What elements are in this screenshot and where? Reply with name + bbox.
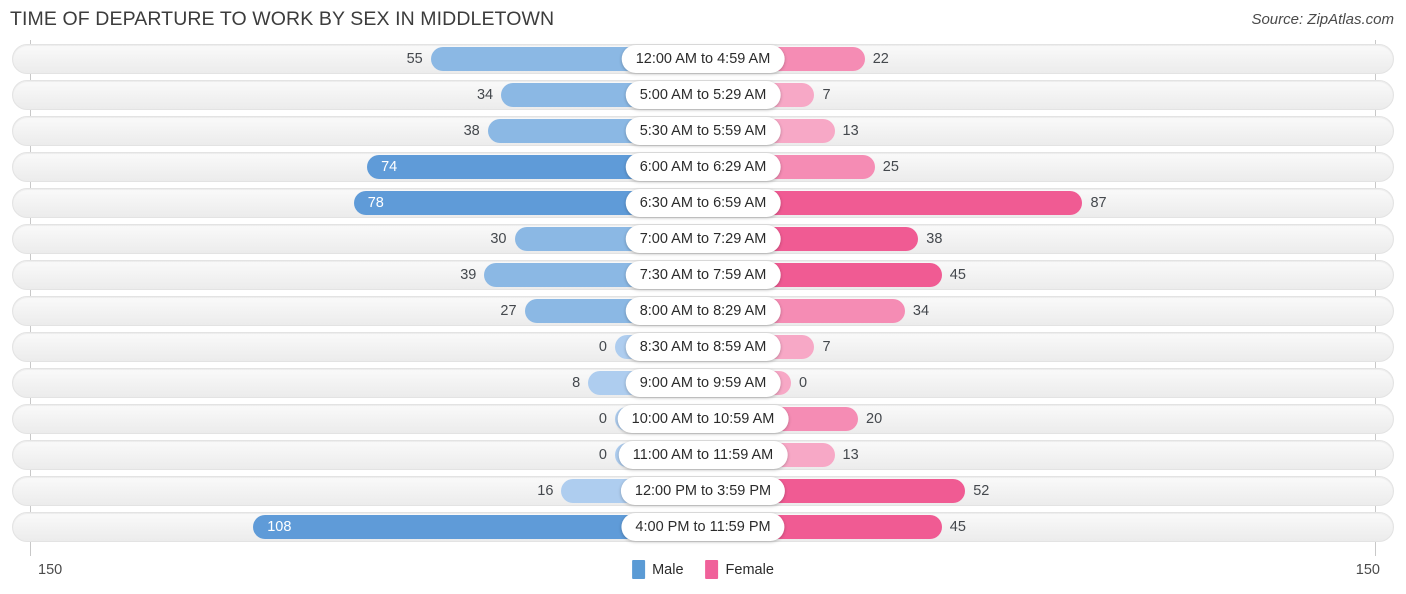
chart-legend: Male Female [632,560,774,579]
value-label-female: 0 [799,375,808,391]
value-label-female: 7 [822,339,831,355]
value-label-female: 87 [1090,195,1107,211]
value-label-female: 25 [882,159,899,175]
value-label-male-inside: 108 [267,519,292,535]
chart-row: 38 13 5:30 AM to 5:59 AM [12,116,1394,146]
value-label-male: 39 [460,267,477,283]
category-label: 5:30 AM to 5:59 AM [625,117,781,145]
chart-row: 108 45 4:00 PM to 11:59 PM [12,512,1394,542]
value-label-male: 27 [500,303,517,319]
axis-tick-right: 150 [1355,562,1380,578]
value-label-male: 8 [572,375,581,391]
chart-row: 55 22 12:00 AM to 4:59 AM [12,44,1394,74]
value-label-female: 38 [926,231,943,247]
axis-tick-left: 150 [38,562,63,578]
value-label-female: 13 [842,123,859,139]
legend-label: Male [652,561,684,578]
value-label-female: 52 [973,483,990,499]
chart-row: 39 45 7:30 AM to 7:59 AM [12,260,1394,290]
value-label-male-inside: 78 [367,195,384,211]
chart-row: 27 34 8:00 AM to 8:29 AM [12,296,1394,326]
value-label-female: 34 [912,303,930,319]
value-label-female: 7 [822,87,831,103]
legend-item-male[interactable]: Male [632,560,684,579]
value-label-male: 34 [476,87,494,103]
legend-swatch-icon [632,560,646,579]
page-title: TIME OF DEPARTURE TO WORK BY SEX IN MIDD… [10,8,555,30]
category-label: 12:00 AM to 4:59 AM [621,45,785,73]
category-label: 12:00 PM to 3:59 PM [620,477,786,505]
chart-row: 34 7 5:00 AM to 5:29 AM [12,80,1394,110]
chart-row: 78 87 6:30 AM to 6:59 AM [12,188,1394,218]
value-label-female: 45 [949,519,966,535]
chart-row: 8 0 9:00 AM to 9:59 AM [12,368,1394,398]
value-label-female: 45 [949,267,966,283]
chart-row: 16 52 12:00 PM to 3:59 PM [12,476,1394,506]
category-label: 5:00 AM to 5:29 AM [625,81,781,109]
value-label-male: 55 [406,51,423,67]
source-attribution: Source: ZipAtlas.com [1251,11,1394,28]
chart-header: TIME OF DEPARTURE TO WORK BY SEX IN MIDD… [0,0,1406,40]
value-label-male: 30 [490,231,507,247]
value-label-male-inside: 74 [381,159,398,175]
value-label-male: 0 [598,411,607,427]
category-label: 9:00 AM to 9:59 AM [625,369,781,397]
chart-plot-area: 55 22 12:00 AM to 4:59 AM 34 7 5:00 AM to 5:2… [0,40,1406,556]
value-label-female: 22 [872,51,889,67]
value-label-female: 20 [866,411,883,427]
chart-row: 0 13 11:00 AM to 11:59 AM [12,440,1394,470]
chart-row: 0 7 8:30 AM to 8:59 AM [12,332,1394,362]
category-label: 6:30 AM to 6:59 AM [625,189,781,217]
chart-row: 74 25 6:00 AM to 6:29 AM [12,152,1394,182]
category-label: 4:00 PM to 11:59 PM [621,513,785,541]
value-label-male: 0 [598,447,607,463]
legend-item-female[interactable]: Female [705,560,774,579]
chart-footer: 150 150 Male Female [0,556,1406,594]
chart-row: 0 20 10:00 AM to 10:59 AM [12,404,1394,434]
value-label-male: 38 [463,123,480,139]
legend-label: Female [725,561,774,578]
category-label: 10:00 AM to 10:59 AM [617,405,789,433]
legend-swatch-icon [705,560,719,579]
value-label-female: 13 [842,447,859,463]
category-label: 6:00 AM to 6:29 AM [625,153,781,181]
category-label: 8:30 AM to 8:59 AM [625,333,781,361]
category-label: 8:00 AM to 8:29 AM [625,297,781,325]
chart-row: 30 38 7:00 AM to 7:29 AM [12,224,1394,254]
value-label-male: 16 [537,483,554,499]
value-label-male: 0 [598,339,607,355]
category-label: 11:00 AM to 11:59 AM [618,441,788,469]
category-label: 7:30 AM to 7:59 AM [625,261,781,289]
category-label: 7:00 AM to 7:29 AM [625,225,781,253]
